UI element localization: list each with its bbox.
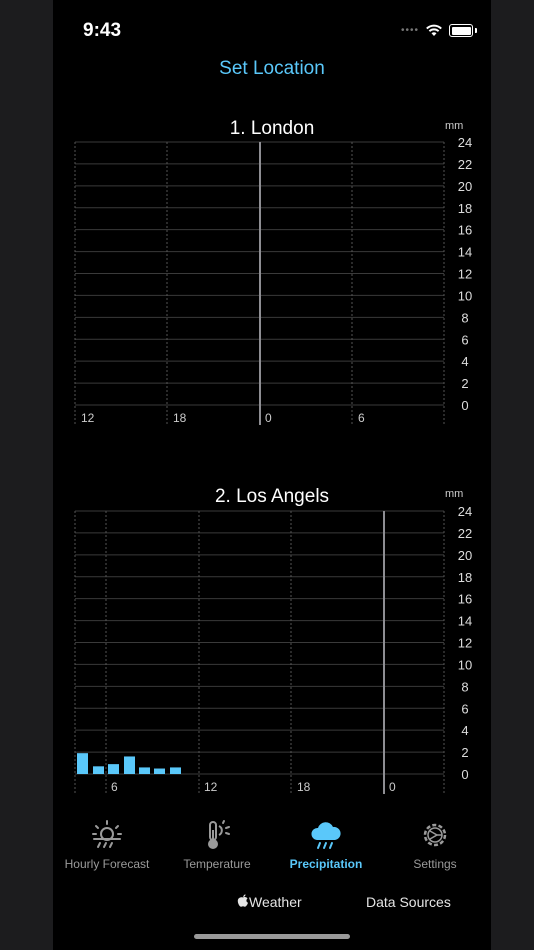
tab-settings[interactable]: Settings: [380, 818, 490, 871]
apple-logo-icon: [237, 894, 248, 907]
y-tick-label: 8: [461, 679, 468, 694]
tab-label: Temperature: [183, 857, 251, 871]
y-tick-label: 2: [461, 745, 468, 760]
y-tick-label: 16: [458, 592, 472, 607]
chart-los-angels: 0246810121416182022246 12 18 0: [74, 504, 472, 794]
y-tick-label: 4: [461, 723, 468, 738]
x-tick-label: 18: [297, 780, 311, 794]
y-tick-label: 20: [458, 548, 472, 563]
phone-screen: 9:43 •••• Set Location 1. London mm 0246…: [53, 0, 491, 950]
precip-bar: [108, 764, 119, 774]
y-tick-label: 6: [461, 701, 468, 716]
tab-temperature[interactable]: Temperature: [162, 818, 272, 871]
tab-precipitation[interactable]: Precipitation: [271, 818, 381, 871]
y-tick-label: 14: [458, 614, 472, 629]
thermometer-sun-icon: [208, 820, 230, 849]
home-indicator: [194, 934, 350, 939]
gear-icon: [423, 823, 447, 847]
tab-hourly-forecast[interactable]: Hourly Forecast: [53, 818, 162, 871]
y-tick-label: 18: [458, 570, 472, 585]
precip-bar: [139, 767, 150, 774]
weather-label: Weather: [249, 894, 302, 910]
sun-rain-icon: [92, 820, 122, 848]
tab-label: Settings: [413, 857, 457, 871]
y-tick-label: 0: [461, 767, 468, 782]
precip-bar: [77, 753, 88, 774]
y-tick-label: 12: [458, 636, 472, 651]
precip-bar: [154, 768, 165, 774]
data-sources-link[interactable]: Data Sources: [366, 894, 451, 910]
precip-bar: [124, 756, 135, 774]
x-tick-label: 0: [389, 780, 396, 794]
y-tick-label: 22: [458, 526, 472, 541]
y-tick-label: 10: [458, 657, 472, 672]
tab-label: Hourly Forecast: [64, 857, 150, 871]
cloud-rain-icon: [311, 822, 341, 849]
tab-bar: Hourly Forecast Temperature Precipitatio…: [53, 818, 491, 880]
x-tick-label: 6: [111, 780, 118, 794]
x-tick-label: 12: [204, 780, 218, 794]
tab-label: Precipitation: [289, 857, 363, 871]
precip-bar: [170, 767, 181, 774]
y-tick-label: 24: [458, 504, 472, 519]
apple-weather-attribution: Weather: [237, 894, 302, 910]
precip-bar: [93, 766, 104, 774]
